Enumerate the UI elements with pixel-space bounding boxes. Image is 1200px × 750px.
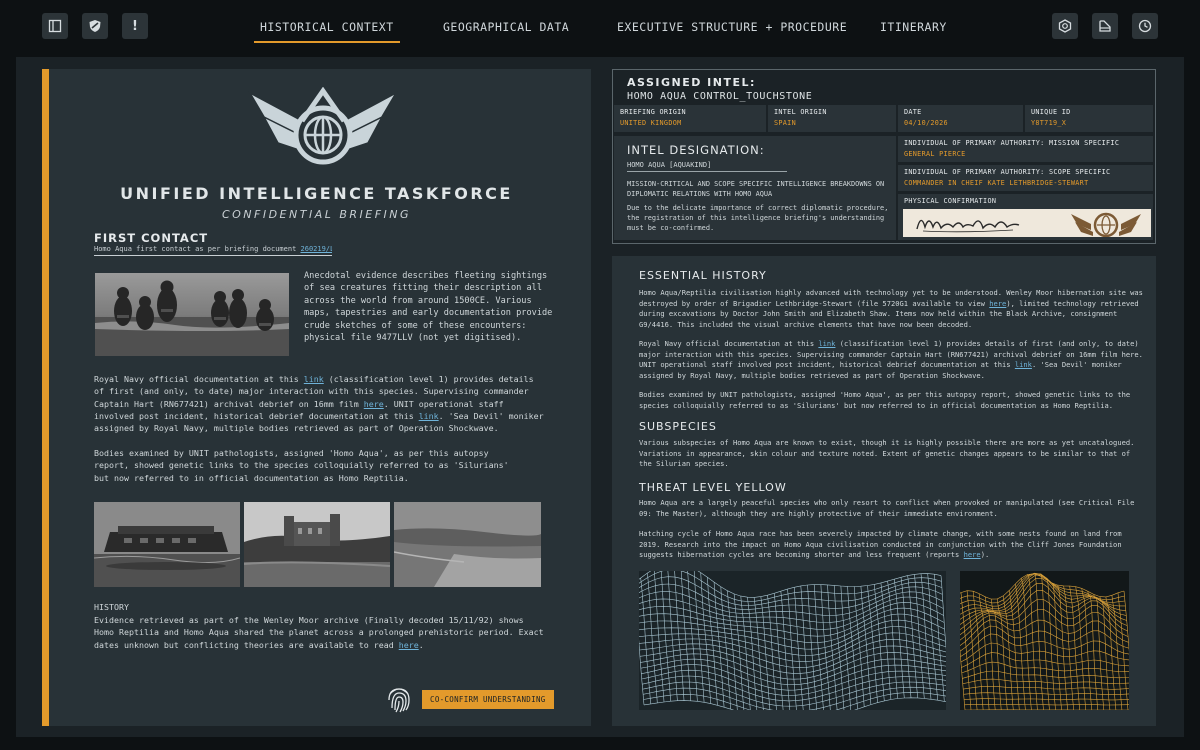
archive-button[interactable]	[1092, 13, 1118, 39]
sidebar-icon	[48, 19, 62, 33]
designation-heading: INTEL DESIGNATION:	[627, 143, 765, 157]
intel-subtitle: HOMO AQUA CONTROL_TOUCHSTONE	[627, 91, 813, 102]
threat-level-heading: THREAT LEVEL YELLOW	[639, 481, 787, 494]
briefing-panel: UNIFIED INTELLIGENCE TASKFORCE CONFIDENT…	[42, 69, 591, 726]
essential-paragraph-2: Royal Navy official documentation at thi…	[639, 339, 1143, 380]
film-debrief-link[interactable]: here	[364, 399, 384, 409]
tab-itinerary[interactable]: ITINERARY	[880, 20, 947, 34]
fingerprint-icon[interactable]	[386, 684, 412, 714]
clock-icon	[1138, 19, 1152, 33]
essential-history-heading: ESSENTIAL HISTORY	[639, 269, 767, 282]
intel-origin-cell: INTEL ORIGIN SPAIN	[768, 105, 896, 132]
briefing-origin-cell: BRIEFING ORIGIN UNITED KINGDOM	[614, 105, 766, 132]
threat-paragraph-2: Hatching cycle of Homo Aqua race has bee…	[639, 529, 1122, 559]
alert-button[interactable]: !	[122, 13, 148, 39]
top-bar: ! HISTORICAL CONTEXT GEOGRAPHICAL DATA E…	[0, 0, 1200, 56]
subspecies-paragraph: Various subspecies of Homo Aqua are know…	[639, 438, 1135, 468]
file-5720g1-link[interactable]: here	[989, 299, 1006, 308]
navy-paragraph: Royal Navy official documentation at thi…	[94, 374, 544, 434]
threat-paragraph-1: Homo Aqua are a largely peaceful species…	[639, 498, 1135, 518]
castle-photo	[244, 502, 390, 587]
hexagon-button[interactable]	[1052, 13, 1078, 39]
tab-geographical-data[interactable]: GEOGRAPHICAL DATA	[443, 20, 569, 34]
sidebar-toggle-button[interactable]	[42, 13, 68, 39]
main-nav: HISTORICAL CONTEXT GEOGRAPHICAL DATA EXE…	[252, 0, 950, 56]
accent-stripe	[42, 69, 49, 726]
tab-executive-structure[interactable]: EXECUTIVE STRUCTURE + PROCEDURE	[617, 20, 847, 34]
first-contact-subline: Homo Aqua first contact as per briefing …	[94, 245, 332, 256]
subspecies-heading: SUBSPECIES	[639, 420, 717, 433]
navy-documentation-link-2[interactable]: link	[818, 339, 835, 348]
first-contact-heading: FIRST CONTACT	[94, 231, 209, 245]
archive-icon	[1099, 20, 1111, 32]
history-button[interactable]	[1132, 13, 1158, 39]
alert-icon: !	[132, 18, 138, 34]
date-cell: DATE 04/10/2026	[898, 105, 1023, 132]
wireframe-terrain-gold	[960, 571, 1129, 710]
history-heading: HISTORY	[94, 602, 129, 612]
hexagon-icon	[1058, 19, 1072, 33]
scope-authority-cell: INDIVIDUAL OF PRIMARY AUTHORITY: SCOPE S…	[898, 165, 1153, 191]
essential-paragraph-3: Bodies examined by UNIT pathologists, as…	[639, 390, 1131, 410]
history-paragraph: Evidence retrieved as part of the Wenley…	[94, 615, 544, 650]
security-button[interactable]	[82, 13, 108, 39]
designation-note: Due to the delicate importance of correc…	[627, 204, 889, 232]
intro-paragraph: Anecdotal evidence describes fleeting si…	[304, 271, 553, 344]
unique-id-cell: UNIQUE ID Y8T719_X	[1025, 105, 1153, 132]
signature-image	[916, 212, 1141, 237]
hibernation-reports-link[interactable]: here	[964, 550, 981, 559]
briefing-title: UNIFIED INTELLIGENCE TASKFORCE	[120, 184, 513, 203]
designation-name: HOMO AQUA [AQUAKIND]	[627, 161, 787, 172]
navy-documentation-link[interactable]: link	[304, 374, 324, 384]
signature-box[interactable]	[903, 209, 1151, 237]
mission-authority-cell: INDIVIDUAL OF PRIMARY AUTHORITY: MISSION…	[898, 136, 1153, 162]
historical-debrief-link-2[interactable]: link	[1015, 360, 1032, 369]
essential-paragraph-1: Homo Aqua/Reptilia civilisation highly a…	[639, 288, 1143, 329]
designation-description: MISSION-CRITICAL AND SCOPE SPECIFIC INTE…	[627, 180, 885, 198]
unit-emblem-icon	[248, 87, 398, 165]
shoreline-photo	[394, 502, 541, 587]
tab-historical-context[interactable]: HISTORICAL CONTEXT	[254, 20, 400, 43]
shield-icon	[89, 20, 101, 32]
co-confirm-button[interactable]: CO-CONFIRM UNDERSTANDING	[422, 689, 554, 709]
intel-title: ASSIGNED INTEL:	[627, 76, 756, 89]
briefing-document-link[interactable]: 260219/L.	[301, 245, 332, 253]
sea-fort-photo	[94, 502, 240, 587]
theories-link[interactable]: here	[399, 640, 419, 650]
sea-creatures-photo	[95, 273, 289, 356]
wireframe-terrain-blue	[639, 571, 946, 710]
essential-history-panel: ESSENTIAL HISTORY Homo Aqua/Reptilia civ…	[612, 256, 1156, 726]
historical-debrief-link[interactable]: link	[419, 411, 439, 421]
intel-designation-cell: INTEL DESIGNATION: HOMO AQUA [AQUAKIND] …	[614, 136, 896, 240]
briefing-subtitle: CONFIDENTIAL BRIEFING	[221, 208, 412, 221]
confirm-row: CO-CONFIRM UNDERSTANDING	[386, 683, 554, 715]
bodies-paragraph: Bodies examined by UNIT pathologists, as…	[94, 448, 509, 483]
